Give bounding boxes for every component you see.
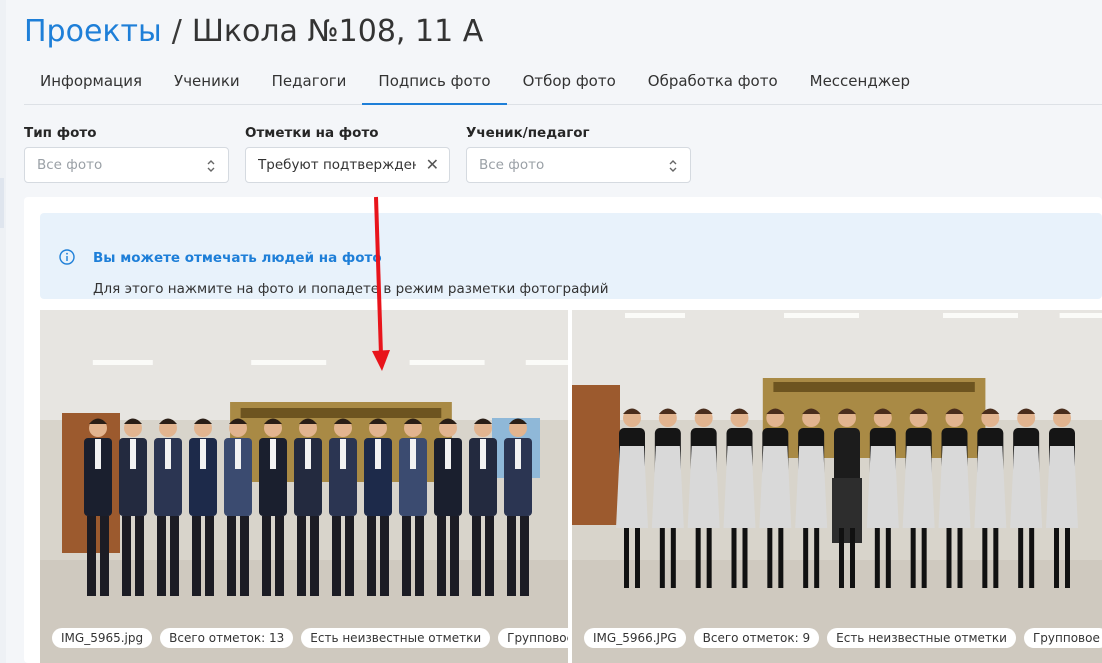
filter-person: Ученик/педагог Все фото: [466, 125, 691, 183]
photo-type-placeholder: Все фото: [37, 157, 103, 173]
filter-marks-label: Отметки на фото: [245, 125, 379, 141]
chevron-updown-icon: [207, 160, 215, 172]
person-placeholder: Все фото: [479, 157, 545, 173]
tab-photo-selection[interactable]: Отбор фото: [507, 60, 632, 104]
group-photo-image[interactable]: [572, 310, 1102, 663]
photo-unknown-marks-tag: Есть неизвестные отметки: [827, 628, 1016, 648]
photo-type-select[interactable]: Все фото: [24, 147, 229, 183]
person-select[interactable]: Все фото: [466, 147, 691, 183]
info-banner: Вы можете отмечать людей на фото Для это…: [40, 213, 1102, 299]
marks-select[interactable]: Требуют подтверждения ✕: [245, 147, 450, 183]
clear-icon[interactable]: ✕: [426, 156, 439, 174]
photo-filename-tag: IMG_5965.jpg: [52, 628, 153, 648]
filter-photo-type-label: Тип фото: [24, 125, 97, 141]
photo-2-tags: IMG_5966.JPG Всего отметок: 9 Есть неизв…: [584, 628, 1102, 648]
group-photo-image[interactable]: [40, 310, 568, 663]
photo-unknown-marks-tag: Есть неизвестные отметки: [301, 628, 491, 648]
tab-info[interactable]: Информация: [24, 60, 158, 104]
filter-person-label: Ученик/педагог: [466, 125, 590, 141]
info-circle-icon: [59, 249, 75, 265]
photo-card-1[interactable]: IMG_5965.jpg Всего отметок: 13 Есть неиз…: [40, 310, 568, 663]
red-annotation-arrow: [372, 196, 390, 371]
breadcrumb-projects-link[interactable]: Проекты: [24, 14, 162, 49]
tab-bar: Информация Ученики Педагоги Подпись фото…: [24, 60, 1102, 105]
breadcrumb-separator: /: [171, 14, 182, 49]
left-sidebar-edge: [0, 0, 6, 663]
photo-type-tag: Групповое: [498, 628, 568, 648]
breadcrumb-current: Школа №108, 11 А: [191, 14, 484, 49]
photo-marks-count-tag: Всего отметок: 9: [693, 628, 820, 648]
photo-card-2[interactable]: IMG_5966.JPG Всего отметок: 9 Есть неизв…: [572, 310, 1102, 663]
photos-panel: Вы можете отмечать людей на фото Для это…: [24, 197, 1102, 663]
photo-marks-count-tag: Всего отметок: 13: [160, 628, 294, 648]
tab-teachers[interactable]: Педагоги: [256, 60, 363, 104]
tab-students[interactable]: Ученики: [158, 60, 256, 104]
photo-filename-tag: IMG_5966.JPG: [584, 628, 686, 648]
page-title: Проекты / Школа №108, 11 А: [24, 14, 483, 54]
chevron-updown-icon: [669, 160, 677, 172]
info-text: Для этого нажмите на фото и попадете в р…: [93, 281, 609, 297]
marks-select-value: Требуют подтверждения: [258, 157, 416, 173]
tab-messenger[interactable]: Мессенджер: [794, 60, 926, 104]
photo-type-tag: Групповое: [1023, 628, 1102, 648]
filter-marks: Отметки на фото Требуют подтверждения ✕: [245, 125, 450, 183]
filter-photo-type: Тип фото Все фото: [24, 125, 229, 183]
photo-1-tags: IMG_5965.jpg Всего отметок: 13 Есть неиз…: [52, 628, 568, 648]
info-title: Вы можете отмечать людей на фото: [93, 250, 382, 266]
tab-photo-caption[interactable]: Подпись фото: [362, 60, 507, 105]
sidebar-active-marker: [0, 178, 4, 228]
tab-photo-processing[interactable]: Обработка фото: [632, 60, 794, 104]
